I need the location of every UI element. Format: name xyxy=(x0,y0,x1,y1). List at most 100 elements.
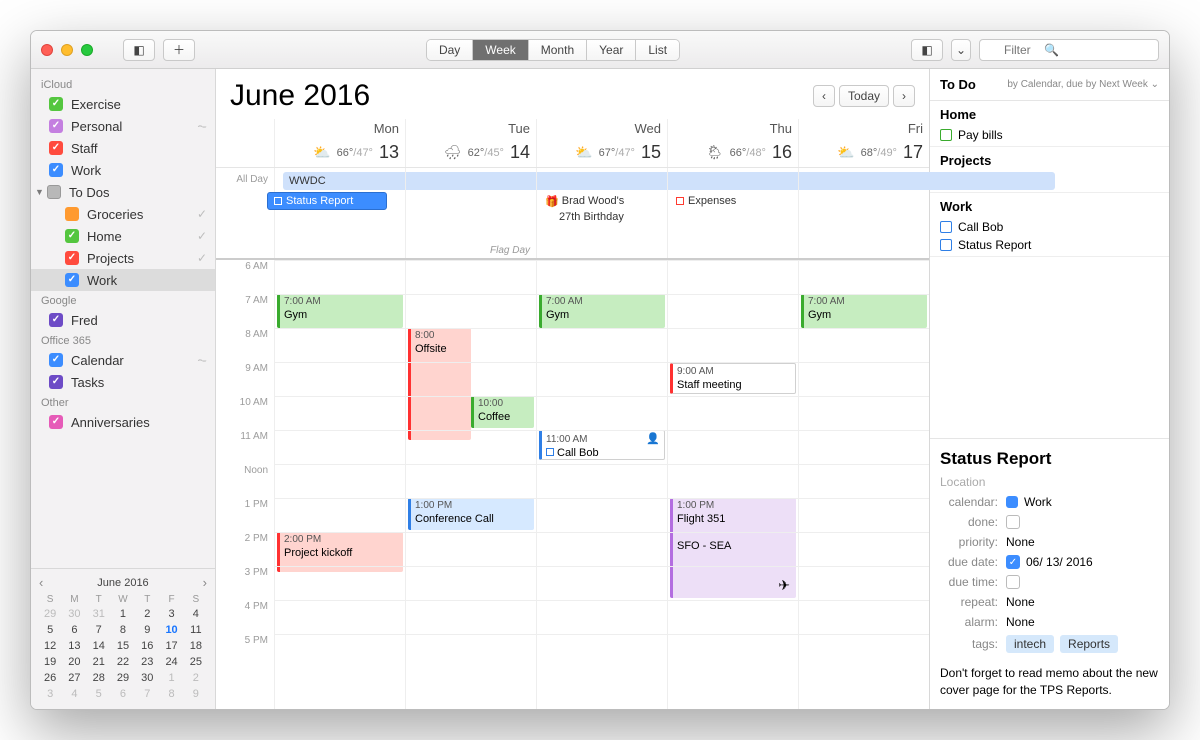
inspector-calendar-value[interactable]: Work xyxy=(1006,495,1052,509)
minical-prev-button[interactable]: ‹ xyxy=(39,575,43,590)
view-week[interactable]: Week xyxy=(472,40,527,60)
todo-item-call-bob[interactable]: Call Bob xyxy=(940,218,1159,236)
minical-day[interactable]: 30 xyxy=(63,607,85,621)
allday-event-expenses[interactable]: Expenses xyxy=(670,192,742,210)
minical-day[interactable]: 17 xyxy=(160,639,182,653)
event-coffee[interactable]: 10:00Coffee xyxy=(471,396,534,428)
todolist-home[interactable]: Home✓ xyxy=(31,225,215,247)
checkbox-icon[interactable] xyxy=(49,141,63,155)
checkbox-icon[interactable] xyxy=(49,415,63,429)
inspector-note[interactable]: Don't forget to read memo about the new … xyxy=(940,665,1159,699)
checkbox-icon[interactable] xyxy=(940,129,952,141)
minical-day[interactable]: 3 xyxy=(160,607,182,621)
view-year[interactable]: Year xyxy=(586,40,635,60)
todolist-groceries[interactable]: Groceries✓ xyxy=(31,203,215,225)
minical-day[interactable]: 4 xyxy=(63,687,85,701)
checkbox-icon[interactable] xyxy=(49,375,63,389)
disclosure-icon[interactable]: ▼ xyxy=(35,187,44,197)
inspector-duedate-value[interactable]: 06/ 13/ 2016 xyxy=(1006,555,1093,569)
minical-day[interactable]: 10 xyxy=(160,623,182,637)
minical-day[interactable]: 26 xyxy=(39,671,61,685)
minical-next-button[interactable]: › xyxy=(203,575,207,590)
minical-day[interactable]: 13 xyxy=(63,639,85,653)
minical-day[interactable]: 9 xyxy=(185,687,207,701)
prev-week-button[interactable]: ‹ xyxy=(813,85,835,107)
minical-day[interactable]: 8 xyxy=(160,687,182,701)
allday-lane-17[interactable] xyxy=(798,168,929,258)
event-staff-meeting[interactable]: 9:00 AMStaff meeting xyxy=(670,363,796,394)
inspector-menu-button[interactable]: ⌄ xyxy=(951,39,971,61)
minical-day[interactable]: 14 xyxy=(88,639,110,653)
minical-day[interactable]: 23 xyxy=(136,655,158,669)
day-column-14[interactable]: 8:00Offsite 10:00Coffee 1:00 PMConferenc… xyxy=(405,260,536,709)
done-checkbox[interactable] xyxy=(1006,515,1020,529)
inspector-repeat-value[interactable]: None xyxy=(1006,595,1035,609)
next-week-button[interactable]: › xyxy=(893,85,915,107)
calendar-exercise[interactable]: Exercise xyxy=(31,93,215,115)
minical-day[interactable]: 6 xyxy=(63,623,85,637)
duetime-checkbox[interactable] xyxy=(1006,575,1020,589)
minical-day[interactable]: 29 xyxy=(39,607,61,621)
minical-day[interactable]: 31 xyxy=(88,607,110,621)
minical-day[interactable]: 11 xyxy=(185,623,207,637)
zoom-icon[interactable] xyxy=(81,44,93,56)
minical-day[interactable]: 7 xyxy=(88,623,110,637)
minical-day[interactable]: 27 xyxy=(63,671,85,685)
minical-day[interactable]: 19 xyxy=(39,655,61,669)
checkbox-icon[interactable] xyxy=(65,251,79,265)
minical-day[interactable]: 30 xyxy=(136,671,158,685)
tag-reports[interactable]: Reports xyxy=(1060,635,1118,653)
allday-event-status-report[interactable]: Status Report xyxy=(267,192,387,210)
checkbox-icon[interactable] xyxy=(47,185,61,199)
calendar-personal[interactable]: Personal⏦ xyxy=(31,115,215,137)
minical-day[interactable]: 9 xyxy=(136,623,158,637)
minical-day[interactable]: 7 xyxy=(136,687,158,701)
minical-day[interactable]: 4 xyxy=(185,607,207,621)
day-column-17[interactable]: 7:00 AMGym xyxy=(798,260,929,709)
event-conference-call[interactable]: 1:00 PMConference Call xyxy=(408,498,534,530)
inspector-alarm-value[interactable]: None xyxy=(1006,615,1035,629)
event-call-bob[interactable]: 11:00 AM 👤Call Bob xyxy=(539,430,665,460)
event-offsite[interactable]: 8:00Offsite xyxy=(408,328,471,440)
minical-day[interactable]: 2 xyxy=(136,607,158,621)
filter-input[interactable] xyxy=(979,39,1159,61)
allday-lane-16[interactable]: Expenses xyxy=(667,168,798,258)
sidebar-group-todos[interactable]: ▼To Dos xyxy=(31,181,215,203)
hour-grid[interactable]: 6 AM7 AM8 AM9 AM10 AM11 AMNoon1 PM2 PM3 … xyxy=(216,260,929,709)
event-gym-wed[interactable]: 7:00 AMGym xyxy=(539,294,665,328)
duedate-checkbox[interactable] xyxy=(1006,555,1020,569)
minical-day[interactable]: 18 xyxy=(185,639,207,653)
minical-day[interactable]: 16 xyxy=(136,639,158,653)
checkbox-icon[interactable] xyxy=(49,353,63,367)
allday-lane-13[interactable]: WWDC Status Report xyxy=(274,168,405,258)
view-day[interactable]: Day xyxy=(427,40,472,60)
today-button[interactable]: Today xyxy=(839,85,889,107)
checkbox-icon[interactable] xyxy=(65,229,79,243)
inspector-title[interactable]: Status Report xyxy=(940,449,1159,469)
inspector-toggle-button[interactable]: ◧ xyxy=(911,39,943,61)
inspector-location-field[interactable]: Location xyxy=(940,475,1159,489)
calendar-o365-calendar[interactable]: Calendar⏦ xyxy=(31,349,215,371)
minical-day[interactable]: 21 xyxy=(88,655,110,669)
minical-day[interactable]: 12 xyxy=(39,639,61,653)
checkbox-icon[interactable] xyxy=(49,163,63,177)
event-gym-mon[interactable]: 7:00 AMGym xyxy=(277,294,403,328)
minical-day[interactable]: 3 xyxy=(39,687,61,701)
calendar-fred[interactable]: Fred xyxy=(31,309,215,331)
checkbox-icon[interactable] xyxy=(65,273,79,287)
close-icon[interactable] xyxy=(41,44,53,56)
allday-lane-15[interactable]: 🎁 Brad Wood's 27th Birthday xyxy=(536,168,667,258)
minical-day[interactable]: 1 xyxy=(160,671,182,685)
view-list[interactable]: List xyxy=(635,40,679,60)
todolist-work[interactable]: Work xyxy=(31,269,215,291)
calendar-anniversaries[interactable]: Anniversaries xyxy=(31,411,215,433)
checkbox-icon[interactable] xyxy=(940,239,952,251)
minimize-icon[interactable] xyxy=(61,44,73,56)
minical-day[interactable]: 2 xyxy=(185,671,207,685)
minical-day[interactable]: 6 xyxy=(112,687,134,701)
calendar-o365-tasks[interactable]: Tasks xyxy=(31,371,215,393)
tag-intech[interactable]: intech xyxy=(1006,635,1054,653)
minical-day[interactable]: 24 xyxy=(160,655,182,669)
calendar-work[interactable]: Work xyxy=(31,159,215,181)
minical-day[interactable]: 1 xyxy=(112,607,134,621)
